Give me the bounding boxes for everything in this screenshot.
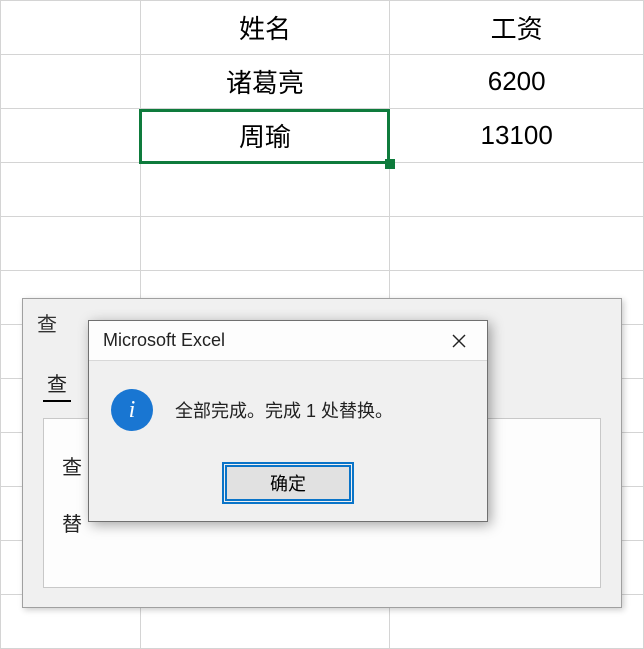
close-button[interactable] bbox=[437, 325, 481, 357]
ok-button[interactable]: 确定 bbox=[225, 465, 351, 501]
cell-empty[interactable] bbox=[140, 217, 390, 271]
cell-empty[interactable] bbox=[390, 217, 644, 271]
message-box-footer: 确定 bbox=[89, 459, 487, 521]
cell-empty[interactable] bbox=[1, 1, 141, 55]
close-icon bbox=[452, 334, 466, 348]
message-box-title: Microsoft Excel bbox=[103, 330, 225, 351]
cell-header-name[interactable]: 姓名 bbox=[140, 1, 390, 55]
cell-header-salary[interactable]: 工资 bbox=[390, 1, 644, 55]
cell-salary-1[interactable]: 13100 bbox=[390, 109, 644, 163]
message-box-body: i 全部完成。完成 1 处替换。 bbox=[89, 361, 487, 459]
info-icon-glyph: i bbox=[129, 397, 136, 424]
cell-empty[interactable] bbox=[1, 55, 141, 109]
fill-handle[interactable] bbox=[385, 159, 395, 169]
cell-empty[interactable] bbox=[390, 163, 644, 217]
cell-name-1[interactable]: 周瑜 bbox=[140, 109, 390, 163]
message-box-titlebar: Microsoft Excel bbox=[89, 321, 487, 361]
tab-find[interactable]: 查 bbox=[43, 362, 71, 402]
cell-empty[interactable] bbox=[140, 163, 390, 217]
cell-empty[interactable] bbox=[1, 109, 141, 163]
cell-empty[interactable] bbox=[1, 217, 141, 271]
cell-empty[interactable] bbox=[1, 163, 141, 217]
cell-name-0[interactable]: 诸葛亮 bbox=[140, 55, 390, 109]
message-text: 全部完成。完成 1 处替换。 bbox=[175, 397, 393, 423]
cell-salary-0[interactable]: 6200 bbox=[390, 55, 644, 109]
info-icon: i bbox=[111, 389, 153, 431]
message-box: Microsoft Excel i 全部完成。完成 1 处替换。 确定 bbox=[88, 320, 488, 522]
